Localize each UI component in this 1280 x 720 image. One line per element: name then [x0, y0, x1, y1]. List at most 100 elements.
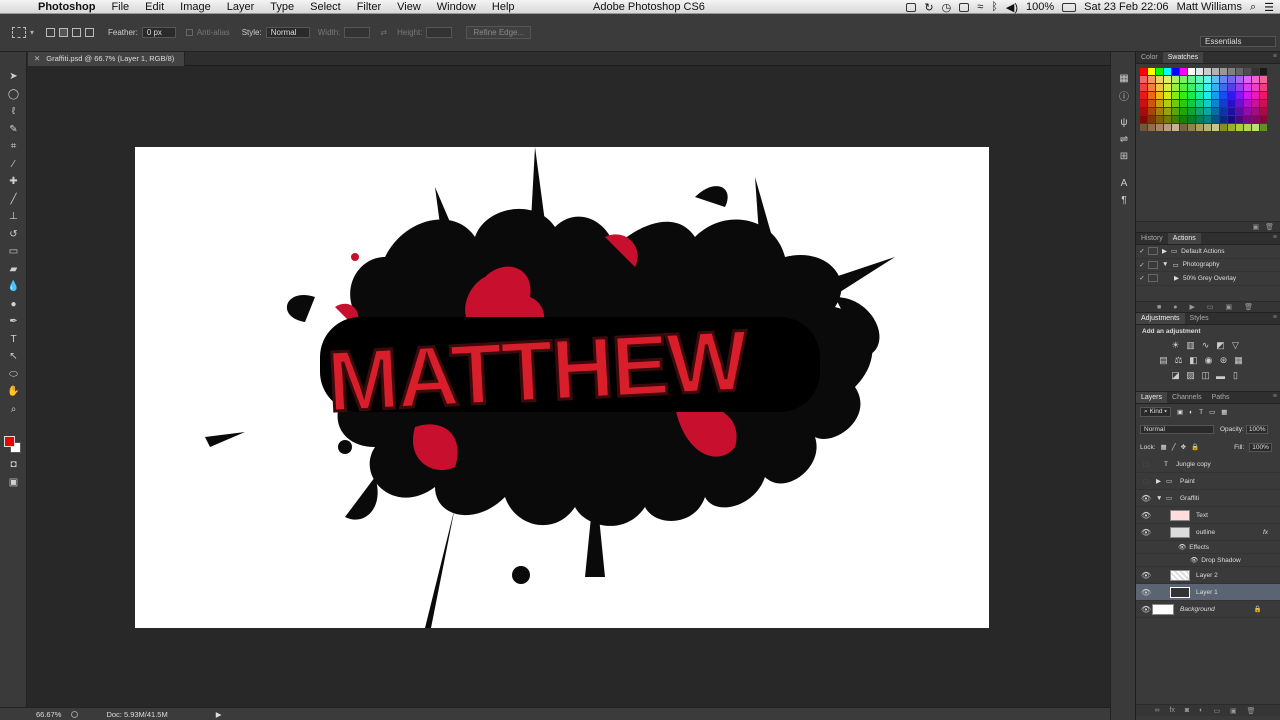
color-swatch[interactable]	[1236, 108, 1243, 115]
color-swatch[interactable]	[1172, 116, 1179, 123]
color-swatch[interactable]	[1252, 108, 1259, 115]
sync-icon[interactable]: ↻	[924, 1, 933, 14]
color-swatch[interactable]	[1196, 92, 1203, 99]
color-swatch[interactable]	[1188, 124, 1195, 131]
eye-icon[interactable]: 👁	[1136, 588, 1156, 597]
color-swatch[interactable]	[1228, 68, 1235, 75]
color-swatch[interactable]	[1196, 124, 1203, 131]
menu-app[interactable]: Photoshop	[30, 0, 103, 14]
color-swatch[interactable]	[1172, 100, 1179, 107]
fill-input[interactable]: 100%	[1249, 442, 1272, 452]
marquee-tool-icon[interactable]: ◯	[0, 86, 27, 104]
user-name[interactable]: Matt Williams	[1177, 1, 1242, 13]
gradient-tool-icon[interactable]: ▰	[0, 261, 27, 279]
color-swatch[interactable]	[1180, 100, 1187, 107]
spotlight-icon[interactable]: ⌕	[1250, 1, 1256, 14]
color-swatch[interactable]	[1260, 100, 1267, 107]
dialog-toggle[interactable]	[1148, 247, 1158, 256]
menu-filter[interactable]: Filter	[349, 0, 389, 14]
delete-action-icon[interactable]: 🗑	[1244, 303, 1253, 311]
color-swatch[interactable]	[1212, 92, 1219, 99]
layer-row[interactable]: □ T Jungle copy	[1136, 456, 1280, 473]
color-swatch[interactable]	[1164, 116, 1171, 123]
check-icon[interactable]: ✓	[1136, 261, 1148, 269]
new-layer-icon[interactable]: ▣	[1230, 707, 1237, 715]
hand-tool-icon[interactable]: ✋	[0, 383, 27, 401]
color-swatch[interactable]	[1172, 76, 1179, 83]
color-swatch[interactable]	[1244, 116, 1251, 123]
style-select[interactable]: Normal	[265, 27, 310, 38]
tool-presets-icon[interactable]: ⇌	[1111, 131, 1137, 148]
expand-icon[interactable]: ▶	[1162, 247, 1167, 255]
color-swatch[interactable]	[1228, 84, 1235, 91]
filter-type-icon[interactable]: T	[1199, 409, 1203, 416]
layer-kind-select[interactable]: ⌕ Kind ▾	[1140, 407, 1172, 417]
tab-paths[interactable]: Paths	[1207, 392, 1235, 403]
color-swatch[interactable]	[1204, 100, 1211, 107]
color-swatch[interactable]	[1196, 84, 1203, 91]
panel-menu-icon[interactable]: ≡	[1273, 393, 1277, 400]
color-swatch[interactable]	[1236, 76, 1243, 83]
color-swatch[interactable]	[1180, 124, 1187, 131]
color-swatch[interactable]	[1228, 116, 1235, 123]
color-swatch[interactable]	[1244, 92, 1251, 99]
shape-tool-icon[interactable]: ⬭	[0, 366, 27, 384]
document-icon[interactable]	[959, 2, 970, 12]
add-mask-icon[interactable]: ◙	[1185, 707, 1189, 714]
menu-layer[interactable]: Layer	[219, 0, 263, 14]
clock-icon[interactable]: ◷	[942, 1, 952, 14]
color-swatch[interactable]	[1140, 108, 1147, 115]
color-swatch[interactable]	[1244, 68, 1251, 75]
close-tab-icon[interactable]: ✕	[34, 54, 40, 63]
color-swatch[interactable]	[1228, 108, 1235, 115]
color-swatch[interactable]	[1244, 84, 1251, 91]
eraser-tool-icon[interactable]: ▭	[0, 243, 27, 261]
menu-view[interactable]: View	[389, 0, 429, 14]
color-swatch[interactable]	[1260, 84, 1267, 91]
color-swatch[interactable]	[1204, 116, 1211, 123]
menu-image[interactable]: Image	[172, 0, 219, 14]
lock-icon[interactable]: 🔒	[1254, 605, 1262, 613]
posterize-icon[interactable]: ▨	[1185, 370, 1196, 381]
color-swatch[interactable]	[1204, 108, 1211, 115]
color-lookup-icon[interactable]: ▦	[1233, 355, 1244, 366]
color-swatch[interactable]	[1180, 84, 1187, 91]
channel-mixer-icon[interactable]: ⊛	[1218, 355, 1229, 366]
panel-menu-icon[interactable]: ≡	[1273, 53, 1277, 60]
color-swatch[interactable]	[1220, 100, 1227, 107]
color-swatch[interactable]	[1156, 76, 1163, 83]
color-swatch[interactable]	[1164, 100, 1171, 107]
color-swatch[interactable]	[1236, 116, 1243, 123]
color-swatch[interactable]	[1164, 92, 1171, 99]
quick-mask-icon[interactable]: ◘	[0, 456, 27, 474]
filter-shape-icon[interactable]: ▭	[1209, 408, 1215, 416]
layer-row[interactable]: 👁 Text	[1136, 507, 1280, 524]
color-swatch[interactable]	[1220, 116, 1227, 123]
eye-icon[interactable]: 👁	[1136, 494, 1156, 503]
color-swatch[interactable]	[1204, 76, 1211, 83]
color-swatch[interactable]	[1172, 124, 1179, 131]
invert-icon[interactable]: ◪	[1170, 370, 1181, 381]
status-arrow-icon[interactable]: ▶	[216, 710, 222, 719]
screen-mode-icon[interactable]: ▣	[0, 474, 27, 492]
color-swatch[interactable]	[1172, 92, 1179, 99]
color-swatch[interactable]	[1252, 92, 1259, 99]
effects-row[interactable]: 👁 Effects	[1136, 541, 1280, 554]
refine-edge-button[interactable]: Refine Edge...	[466, 26, 532, 39]
color-swatch[interactable]	[1244, 100, 1251, 107]
menu-type[interactable]: Type	[262, 0, 302, 14]
filter-adjustment-icon[interactable]: ◐	[1189, 409, 1193, 416]
color-swatch[interactable]	[1260, 68, 1267, 75]
color-swatch[interactable]	[1196, 76, 1203, 83]
color-swatch[interactable]	[1236, 84, 1243, 91]
swap-icon[interactable]: ⇄	[380, 28, 387, 37]
color-swatch[interactable]	[1164, 68, 1171, 75]
menu-help[interactable]: Help	[484, 0, 523, 14]
paragraph-panel-icon[interactable]: ¶	[1111, 192, 1137, 209]
tab-history[interactable]: History	[1136, 233, 1168, 244]
clone-stamp-tool-icon[interactable]: ⊥	[0, 208, 27, 226]
crop-tool-icon[interactable]: ⌗	[0, 138, 27, 156]
preset-dropdown-icon[interactable]: ▾	[30, 28, 34, 37]
add-style-icon[interactable]: fx	[1169, 707, 1174, 714]
dialog-toggle[interactable]	[1148, 260, 1158, 269]
